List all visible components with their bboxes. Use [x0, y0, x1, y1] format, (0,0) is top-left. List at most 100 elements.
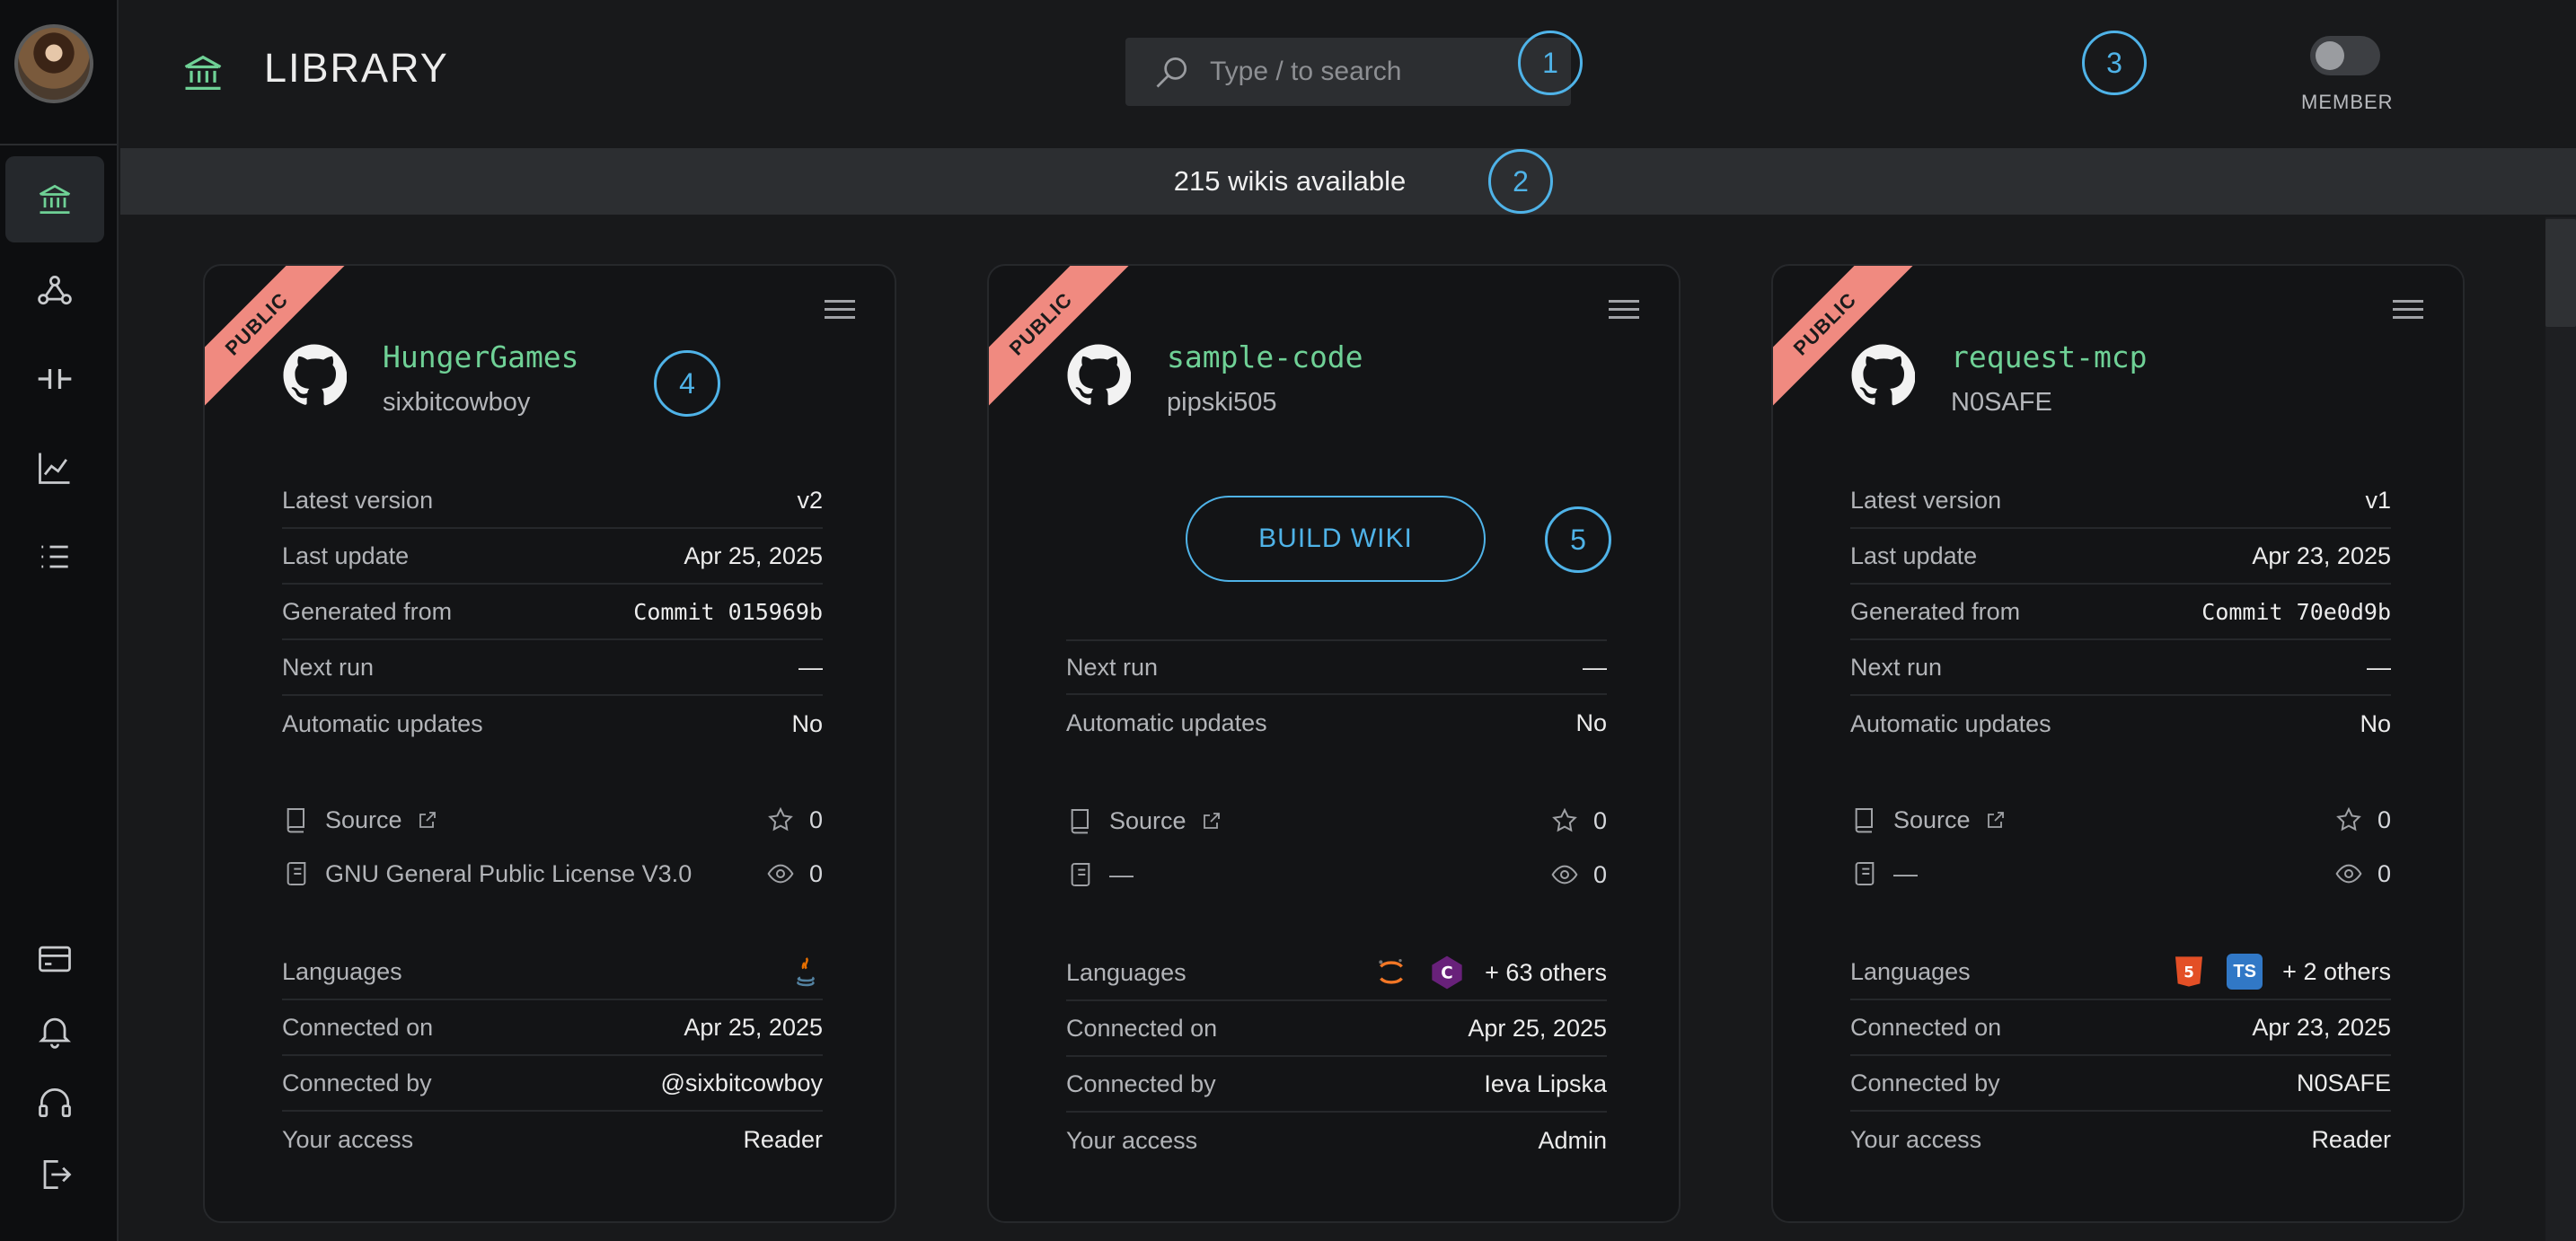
row-next-run: Next run —: [1850, 640, 2391, 696]
card-menu-icon[interactable]: [825, 300, 855, 321]
value: No: [2360, 709, 2391, 737]
label: Connected on: [1066, 1014, 1218, 1042]
nav-analytics-icon[interactable]: [5, 425, 104, 511]
license-scroll-icon: [1855, 862, 1875, 885]
row-generated-from: Generated from Commit 70e0d9b: [1850, 585, 2391, 640]
scrollbar-thumb[interactable]: [2545, 219, 2576, 327]
value: Commit 70e0d9b: [2201, 598, 2391, 625]
source-link[interactable]: Source: [1109, 807, 1187, 835]
row-your-access: Your access Reader: [282, 1112, 823, 1167]
eye-icon: [767, 864, 794, 884]
left-nav: [0, 0, 119, 1241]
label: Last update: [282, 541, 410, 569]
value: Admin: [1538, 1126, 1607, 1154]
label: Connected on: [1850, 1013, 2002, 1041]
value: Reader: [2311, 1125, 2391, 1153]
value: v2: [797, 486, 823, 514]
row-automatic-updates: Automatic updates No: [1066, 695, 1607, 751]
value: —: [2367, 653, 2391, 681]
search-box[interactable]: [1125, 38, 1571, 106]
views-count: 0: [2377, 859, 2391, 887]
label: Languages: [1066, 958, 1187, 986]
github-icon: [1851, 344, 1915, 406]
license-text: —: [1109, 860, 1134, 888]
value: Apr 25, 2025: [684, 541, 823, 569]
row-connected-on: Connected on Apr 25, 2025: [282, 1000, 823, 1056]
annotation-marker-3: 3: [2082, 31, 2147, 95]
row-last-update: Last update Apr 23, 2025: [1850, 529, 2391, 585]
label: Automatic updates: [1066, 709, 1267, 736]
row-your-access: Your access Reader: [1850, 1112, 2391, 1167]
build-wiki-button[interactable]: BUILD WIKI: [1186, 496, 1486, 582]
scrollbar[interactable]: [2545, 217, 2576, 1241]
views-count: 0: [1592, 860, 1607, 888]
repo-name[interactable]: HungerGames: [383, 339, 579, 374]
wiki-card-sample-code[interactable]: PUBLIC sample-code pipski505 BUILD WIKI …: [987, 264, 1681, 1223]
avatar[interactable]: [14, 24, 93, 103]
value: —: [798, 653, 823, 681]
annotation-marker-4: 4: [654, 350, 720, 417]
label: Latest version: [282, 486, 434, 514]
nav-list-icon[interactable]: [5, 514, 104, 600]
label: Next run: [282, 653, 375, 681]
source-link[interactable]: Source: [1893, 806, 1971, 834]
card-menu-icon[interactable]: [2393, 300, 2423, 321]
row-languages: Languages C + 63 others: [1066, 946, 1607, 1001]
value: Ieva Lipska: [1484, 1069, 1607, 1097]
row-next-run: Next run —: [1066, 639, 1607, 695]
repo-owner: N0SAFE: [1951, 388, 2052, 417]
source-link[interactable]: Source: [325, 806, 402, 834]
license-text: GNU General Public License V3.0: [325, 859, 693, 887]
label: Connected by: [1066, 1069, 1216, 1097]
wikis-count-text: 215 wikis available: [1173, 165, 1407, 197]
svg-text:C: C: [1441, 964, 1452, 983]
logout-icon[interactable]: [5, 1131, 104, 1218]
github-icon: [1067, 344, 1131, 406]
languages-more[interactable]: + 63 others: [1485, 959, 1607, 987]
label: Generated from: [1850, 597, 2021, 625]
value: —: [1583, 653, 1607, 681]
repo-book-icon: [287, 808, 304, 833]
value: No: [1575, 709, 1607, 736]
wikis-count-banner: 215 wikis available: [120, 148, 2576, 215]
value: Apr 23, 2025: [2252, 1013, 2391, 1041]
label: Connected by: [1850, 1069, 2000, 1096]
stars-count: 0: [808, 805, 823, 833]
row-latest-version: Latest version v1: [1850, 473, 2391, 529]
wiki-card-request-mcp[interactable]: PUBLIC request-mcp N0SAFE Latest version…: [1771, 264, 2465, 1223]
languages-more[interactable]: + 2 others: [2282, 958, 2391, 986]
external-link-icon[interactable]: [417, 809, 438, 831]
repo-name[interactable]: request-mcp: [1951, 339, 2148, 374]
repo-name[interactable]: sample-code: [1167, 339, 1363, 374]
nav-library-icon[interactable]: [5, 156, 104, 242]
annotation-marker-2: 2: [1488, 149, 1553, 214]
meta-license: — 0: [1850, 849, 2391, 899]
value: Apr 25, 2025: [684, 1013, 823, 1041]
annotation-marker-5: 5: [1545, 506, 1611, 573]
external-link-icon[interactable]: [1201, 810, 1222, 832]
label: Connected by: [282, 1069, 432, 1096]
member-toggle[interactable]: [2310, 36, 2380, 75]
eye-icon: [1551, 865, 1578, 885]
label: Latest version: [1850, 486, 2002, 514]
card-menu-icon[interactable]: [1609, 300, 1639, 321]
search-input[interactable]: [1210, 57, 1551, 87]
nav-webhook-icon[interactable]: [5, 248, 104, 334]
external-link-icon[interactable]: [1985, 809, 2007, 831]
value: Apr 25, 2025: [1468, 1014, 1607, 1042]
wiki-card-hungergames[interactable]: PUBLIC HungerGames sixbitcowboy 4 Latest…: [203, 264, 896, 1223]
license-scroll-icon: [1071, 863, 1090, 886]
label: Languages: [282, 957, 402, 985]
nav-connector-icon[interactable]: [5, 336, 104, 422]
search-icon: [1156, 57, 1187, 88]
meta-source: Source 0: [282, 795, 823, 845]
meta-license: — 0: [1066, 849, 1607, 900]
page-title: LIBRARY: [264, 45, 449, 91]
row-latest-version: Latest version v2: [282, 473, 823, 529]
label: Next run: [1066, 653, 1159, 681]
html5-icon: 5: [2175, 956, 2203, 987]
value: @sixbitcowboy: [660, 1069, 823, 1096]
value: v1: [2365, 486, 2391, 514]
value: Commit 015969b: [633, 598, 823, 625]
library-icon: [184, 55, 222, 90]
